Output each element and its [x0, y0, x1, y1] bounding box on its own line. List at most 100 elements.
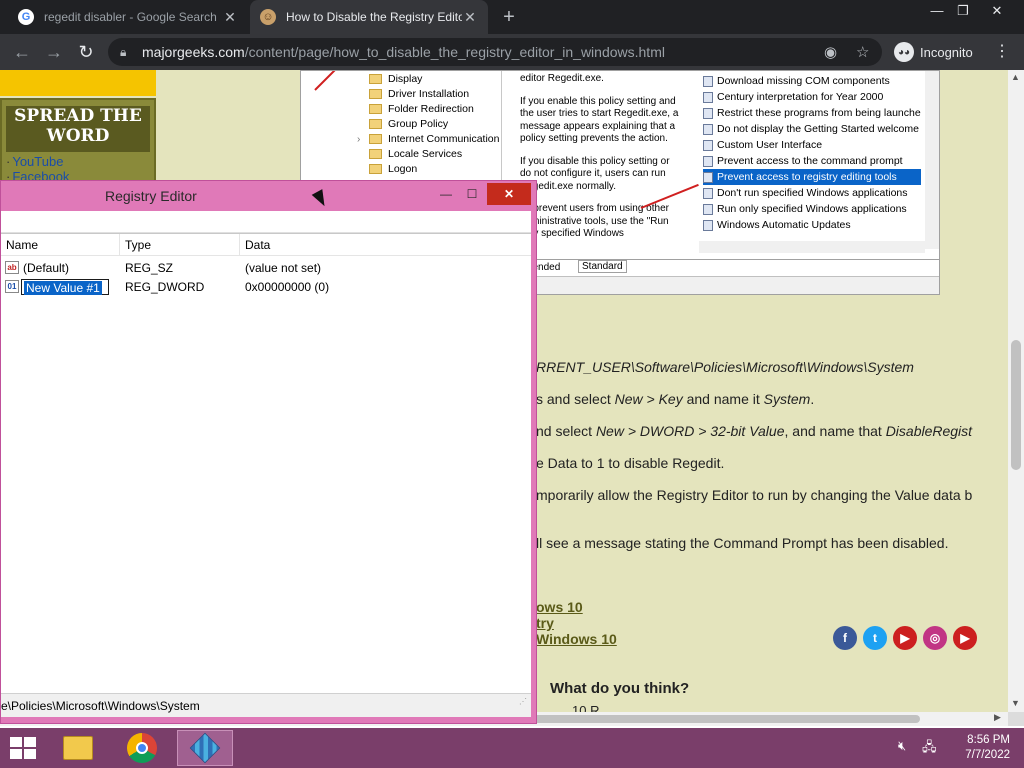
taskbar: 🔇︎ 🖧 8:56 PM 7/7/2022 — [0, 728, 1024, 768]
scroll-down-icon[interactable]: ▼ — [1011, 698, 1020, 708]
list-header: Name Type Data — [1, 234, 531, 256]
rename-value-input[interactable]: New Value #1 — [21, 279, 109, 295]
policy-item: Prevent access to the command prompt — [717, 155, 903, 167]
related-article-link[interactable]: ows 10 — [536, 599, 583, 615]
back-icon[interactable]: ← — [10, 42, 34, 62]
browser-menu-icon[interactable]: ⋮ — [994, 41, 1010, 61]
policy-setting-icon — [703, 155, 713, 167]
facebook-icon[interactable]: f — [833, 626, 857, 650]
column-type[interactable]: Type — [125, 238, 151, 252]
tree-item: Group Policy — [388, 118, 449, 130]
clock-time: 8:56 PM — [967, 734, 1010, 746]
policy-setting-icon — [703, 123, 713, 135]
regedit-title: Registry Editor — [105, 188, 197, 204]
speaker-muted-icon[interactable]: 🔇︎ — [898, 738, 906, 754]
policy-item: Don't run specified Windows applications — [717, 187, 908, 199]
value-type: REG_SZ — [125, 261, 174, 275]
tab-title: regedit disabler - Google Search — [44, 10, 217, 24]
policy-setting-icon — [703, 187, 713, 199]
new-tab-button[interactable]: + — [498, 6, 520, 29]
policy-item-selected: Prevent access to registry editing tools — [717, 171, 897, 183]
page-vertical-scrollbar[interactable]: ▲ ▼ — [1008, 70, 1024, 712]
regedit-menubar — [1, 211, 531, 233]
folder-icon — [369, 74, 382, 84]
address-bar[interactable]: 🔒︎ majorgeeks.com/content/page/how_to_di… — [108, 38, 882, 66]
system-clock[interactable]: 8:56 PM 7/7/2022 — [952, 733, 1010, 763]
registry-editor-icon[interactable] — [177, 730, 233, 766]
string-value-icon: ab — [5, 261, 19, 274]
scroll-up-icon[interactable]: ▲ — [1011, 72, 1020, 82]
chrome-icon[interactable] — [114, 730, 170, 766]
table-row[interactable]: 01 New Value #1 REG_DWORD 0x00000000 (0) — [1, 278, 531, 296]
restore-icon[interactable]: ❐ — [946, 0, 980, 26]
incognito-indicator[interactable]: ◕◕ Incognito — [894, 42, 973, 62]
regedit-titlebar[interactable]: Registry Editor — ☐ ✕ — [1, 181, 536, 211]
key-path: e\Policies\Microsoft\Windows\System — [1, 699, 200, 713]
policy-item: Custom User Interface — [717, 139, 823, 151]
tree-item: Driver Installation — [388, 88, 470, 100]
tab-standard: Standard — [578, 260, 627, 273]
scroll-thumb[interactable] — [1011, 340, 1021, 470]
scroll-right-icon[interactable]: ▶ — [994, 712, 1001, 723]
article-line: s and select New > Key and name it Syste… — [536, 391, 815, 407]
minimize-icon[interactable]: — — [433, 183, 459, 205]
column-name[interactable]: Name — [6, 238, 38, 252]
policy-setting-icon — [703, 75, 713, 87]
close-tab-icon[interactable]: ✕ — [222, 9, 238, 26]
article-line: RRENT_USER\Software\Policies\Microsoft\W… — [536, 359, 914, 375]
policy-setting-icon — [703, 107, 713, 119]
explain-text: If you disable this policy setting or do… — [520, 155, 670, 192]
policy-setting-icon — [703, 219, 713, 231]
close-window-icon[interactable]: ✕ — [980, 0, 1014, 26]
reload-icon[interactable]: ↻ — [74, 42, 98, 62]
youtube-icon[interactable]: ▶ — [953, 626, 977, 650]
network-icon[interactable]: 🖧 — [922, 738, 937, 760]
screenshot-statusbar — [516, 276, 939, 294]
windows-start-icon[interactable] — [10, 737, 38, 759]
policy-explanation: editor Regedit.exe. If you enable this p… — [516, 71, 686, 257]
file-explorer-icon[interactable] — [50, 730, 106, 766]
scrollbar-corner — [1008, 712, 1024, 726]
instagram-icon[interactable]: ◎ — [923, 626, 947, 650]
value-data: 0x00000000 (0) — [245, 280, 330, 294]
policy-setting-icon — [703, 91, 713, 103]
tab-google-search[interactable]: G regedit disabler - Google Search ✕ — [8, 0, 248, 34]
browser-toolbar: ← → ↻ 🔒︎ majorgeeks.com/content/page/how… — [0, 34, 1024, 70]
registry-editor-window[interactable]: Registry Editor — ☐ ✕ Name Type Data ab … — [0, 180, 537, 724]
tab-majorgeeks[interactable]: ☺ How to Disable the Registry Edito ✕ — [250, 0, 488, 34]
explain-text: To prevent users from using other admini… — [520, 203, 669, 239]
explain-text: editor Regedit.exe. — [520, 73, 604, 84]
policy-setting-icon — [703, 203, 713, 215]
banner-line2: WORD — [46, 126, 110, 146]
folder-icon — [369, 149, 382, 159]
maximize-icon[interactable]: ☐ — [459, 183, 485, 205]
tracking-blocked-icon[interactable]: ◉ — [824, 43, 837, 61]
forward-icon[interactable]: → — [42, 42, 66, 62]
tree-item: Display — [388, 73, 423, 85]
tree-item: Folder Redirection — [388, 103, 474, 115]
registry-values-list[interactable]: Name Type Data ab (Default) REG_SZ (valu… — [1, 233, 531, 693]
bookmark-star-icon[interactable]: ☆ — [856, 43, 869, 61]
youtube-link[interactable]: · YouTube — [6, 154, 63, 169]
youtube-icon[interactable]: ▶ — [893, 626, 917, 650]
policy-setting-icon — [703, 139, 713, 151]
close-tab-icon[interactable]: ✕ — [462, 9, 478, 26]
scroll-thumb[interactable] — [530, 715, 920, 723]
twitter-icon[interactable]: t — [863, 626, 887, 650]
incognito-icon: ◕◕ — [894, 42, 914, 62]
incognito-label: Incognito — [920, 44, 973, 60]
regedit-statusbar: e\Policies\Microsoft\Windows\System — [1, 693, 531, 717]
value-data: (value not set) — [245, 261, 322, 275]
policy-item: Run only specified Windows applications — [717, 203, 907, 215]
tree-item: Internet Communication — [388, 133, 500, 145]
folder-icon — [369, 104, 382, 114]
close-icon[interactable]: ✕ — [487, 183, 531, 205]
column-data[interactable]: Data — [245, 238, 270, 252]
lock-icon: 🔒︎ — [120, 45, 127, 59]
related-article-link[interactable]: try — [536, 615, 554, 631]
resize-grip-icon[interactable]: ⋰ — [519, 697, 527, 706]
article-line: e Data to 1 to disable Regedit. — [536, 455, 725, 471]
table-row[interactable]: ab (Default) REG_SZ (value not set) — [1, 259, 531, 277]
url-text[interactable]: majorgeeks.com/content/page/how_to_disab… — [142, 44, 665, 60]
related-article-link[interactable]: Windows 10 — [536, 631, 617, 647]
